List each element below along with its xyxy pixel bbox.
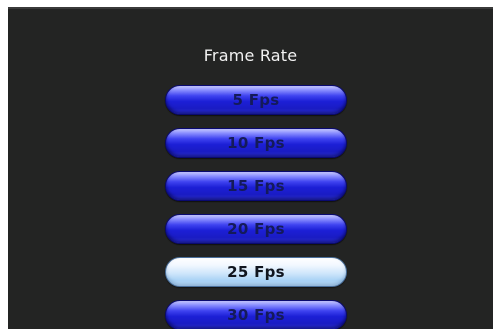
option-30-fps[interactable]: 30 Fps — [165, 300, 347, 329]
menu-title: Frame Rate — [203, 46, 298, 65]
option-15-fps[interactable]: 15 Fps — [165, 171, 347, 201]
option-label: 10 Fps — [227, 134, 285, 152]
option-label: 25 Fps — [227, 263, 285, 281]
option-label: 30 Fps — [227, 306, 285, 324]
option-label: 15 Fps — [227, 177, 285, 195]
option-label: 5 Fps — [232, 91, 280, 109]
option-label: 20 Fps — [227, 220, 285, 238]
frame-rate-screen: Frame Rate 5 Fps 10 Fps 15 Fps 20 Fps 25… — [8, 7, 493, 329]
option-20-fps[interactable]: 20 Fps — [165, 214, 347, 244]
option-25-fps[interactable]: 25 Fps — [165, 257, 347, 287]
option-10-fps[interactable]: 10 Fps — [165, 128, 347, 158]
option-5-fps[interactable]: 5 Fps — [165, 85, 347, 115]
